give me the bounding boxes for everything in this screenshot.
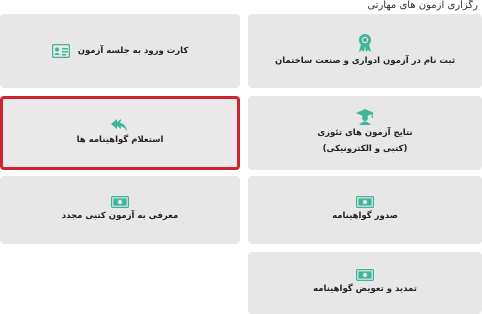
banknote-icon	[356, 269, 374, 281]
reintroduce-exam-label: معرفی به آزمون کتبی مجدد	[61, 211, 179, 221]
issue-certificate-label: صدور گواهینامه	[332, 211, 398, 221]
reply-arrows-icon	[110, 118, 130, 132]
renew-certificate-card[interactable]: تمدید و تعویض گواهینامه	[248, 252, 482, 314]
issue-certificate-card[interactable]: صدور گواهینامه	[248, 176, 482, 244]
renew-certificate-label: تمدید و تعویض گواهینامه	[313, 284, 417, 294]
theory-results-card[interactable]: نتایج آزمون های تئوری (کتبی و الکترونیکی…	[248, 96, 482, 170]
banknote-icon	[111, 196, 129, 208]
theory-results-sublabel: (کتبی و الکترونیکی)	[322, 144, 408, 154]
graduate-icon	[356, 109, 375, 125]
banknote-icon	[356, 196, 375, 208]
reintroduce-exam-card[interactable]: معرفی به آزمون کتبی مجدد	[0, 176, 240, 244]
entry-card-card[interactable]: کارت ورود به جلسه آزمون	[0, 14, 240, 88]
id-card-icon	[51, 44, 70, 58]
theory-results-label: نتایج آزمون های تئوری	[317, 128, 413, 138]
page-caption: رگزاری آزمون های مهارتی	[367, 0, 478, 11]
certificate-badge-icon	[357, 33, 373, 53]
entry-card-label: کارت ورود به جلسه آزمون	[77, 46, 189, 56]
register-exam-label: ثبت نام در آزمون ادواری و صنعت ساختمان	[274, 56, 456, 66]
certificate-inquiry-label: استعلام گواهینامه ها	[76, 135, 164, 145]
certificate-inquiry-card[interactable]: استعلام گواهینامه ها	[0, 96, 240, 170]
register-exam-card[interactable]: ثبت نام در آزمون ادواری و صنعت ساختمان	[248, 14, 482, 88]
